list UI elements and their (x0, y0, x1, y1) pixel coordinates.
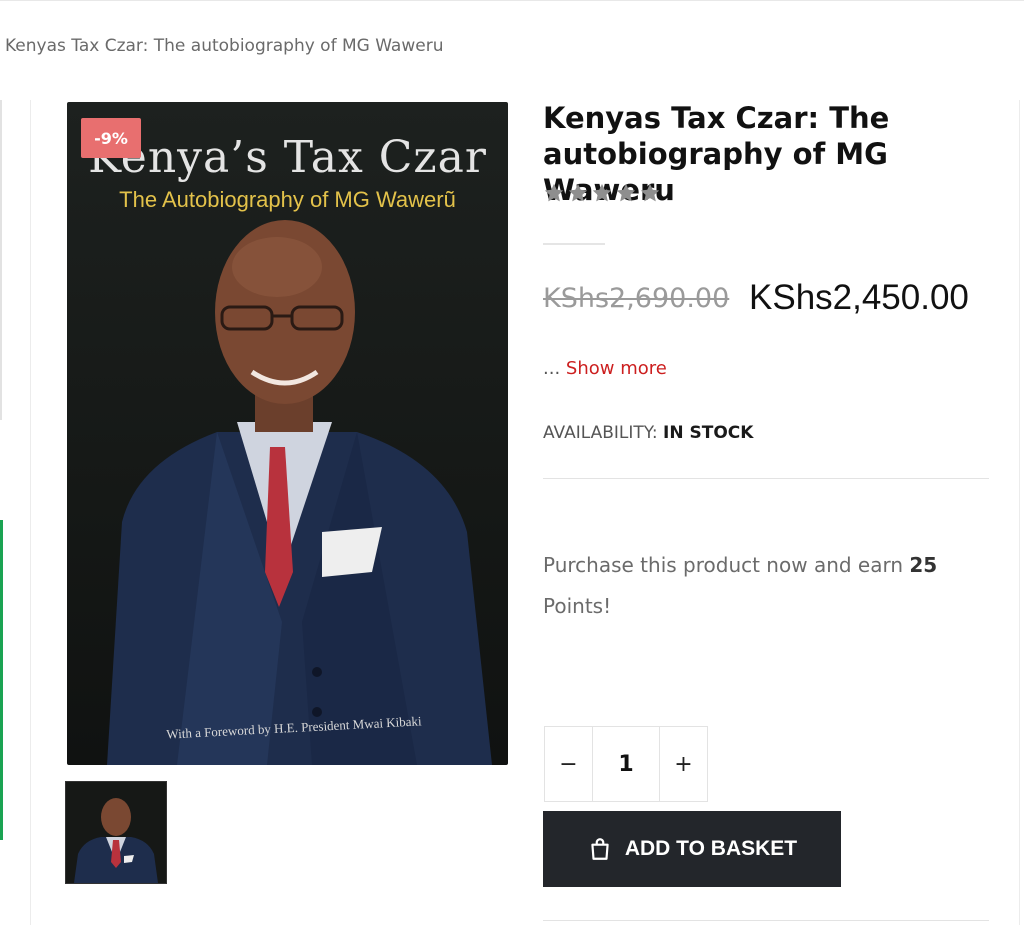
points-message: Purchase this product now and earn 25 Po… (543, 545, 983, 627)
old-price: KShs2,690.00 (543, 283, 730, 314)
ellipsis-text: ... (543, 358, 561, 379)
availability-value: IN STOCK (663, 423, 754, 443)
breadcrumb: Kenyas Tax Czar: The autobiography of MG… (5, 36, 444, 56)
title-divider (543, 243, 605, 245)
product-thumbnail[interactable] (65, 781, 167, 884)
left-edge-divider (0, 100, 2, 420)
availability: AVAILABILITY: IN STOCK (543, 423, 753, 443)
discount-badge: -9% (81, 118, 141, 158)
quantity-stepper[interactable]: − 1 + (544, 726, 708, 802)
add-to-basket-button[interactable]: ADD TO BASKET (543, 811, 841, 887)
quantity-input[interactable]: 1 (592, 727, 660, 801)
availability-divider (543, 478, 989, 479)
add-to-basket-label: ADD TO BASKET (624, 837, 798, 860)
points-value: 25 (909, 553, 938, 577)
current-price: KShs2,450.00 (749, 278, 969, 317)
show-more-link[interactable]: Show more (566, 358, 667, 379)
star-icon (592, 183, 612, 202)
star-icon (568, 183, 588, 202)
star-icon (616, 183, 636, 202)
bottom-divider (543, 920, 989, 921)
column-divider-left (30, 100, 31, 925)
quantity-decrease-button[interactable]: − (545, 727, 592, 801)
product-main-image[interactable]: Kenya’s Tax Czar The Autobiography of MG… (67, 102, 508, 765)
star-icon (640, 183, 660, 202)
shopping-bag-icon (591, 838, 609, 860)
column-divider-right (1019, 100, 1020, 925)
cover-subtitle: The Autobiography of MG Wawerũ (119, 187, 456, 212)
thumbnail-portrait (74, 798, 158, 883)
availability-label: AVAILABILITY: (543, 423, 658, 443)
top-border (0, 0, 1024, 1)
points-text: Purchase this product now and earn (543, 553, 904, 577)
points-suffix: Points! (543, 594, 612, 618)
left-edge-accent (0, 520, 3, 840)
quantity-increase-button[interactable]: + (660, 727, 707, 801)
description-excerpt: ... Show more (543, 358, 667, 379)
star-icon (544, 183, 564, 202)
rating-stars[interactable] (543, 182, 661, 204)
